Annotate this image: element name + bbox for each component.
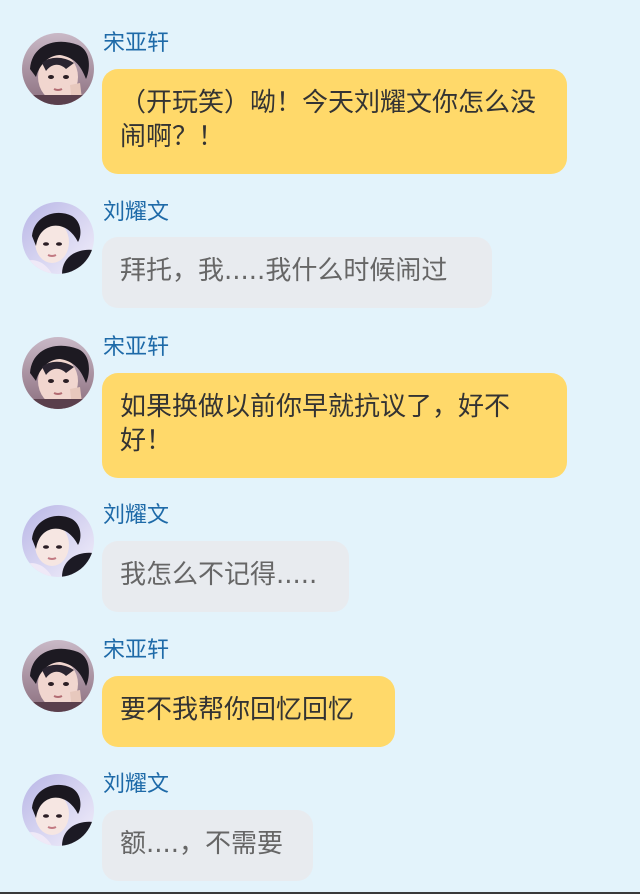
message-bubble[interactable]: 拜托，我.....我什么时候闹过 [102,237,492,308]
sender-name: 宋亚轩 [103,31,170,56]
message-bubble[interactable]: （开玩笑）呦！今天刘耀文你怎么没闹啊？！ [102,69,567,174]
avatar-song-yaxuan[interactable] [22,337,94,409]
sender-name: 刘耀文 [103,503,170,528]
avatar-song-yaxuan[interactable] [22,33,94,105]
message-bubble[interactable]: 额....，不需要 [102,810,313,881]
avatar-liu-yaowen[interactable] [22,202,94,274]
message-bubble[interactable]: 我怎么不记得..... [102,541,349,612]
avatar-liu-yaowen[interactable] [22,505,94,577]
sender-name: 宋亚轩 [103,335,170,360]
sender-name: 刘耀文 [103,772,170,797]
sender-name: 宋亚轩 [103,638,170,663]
message-bubble[interactable]: 如果换做以前你早就抗议了，好不好！ [102,373,567,478]
sender-name: 刘耀文 [103,200,170,225]
avatar-liu-yaowen[interactable] [22,774,94,846]
avatar-song-yaxuan[interactable] [22,640,94,712]
chat-conversation: 宋亚轩 （开玩笑）呦！今天刘耀文你怎么没闹啊？！ 刘耀文 拜托，我.....我什… [0,0,640,894]
message-bubble[interactable]: 要不我帮你回忆回忆 [102,676,395,747]
